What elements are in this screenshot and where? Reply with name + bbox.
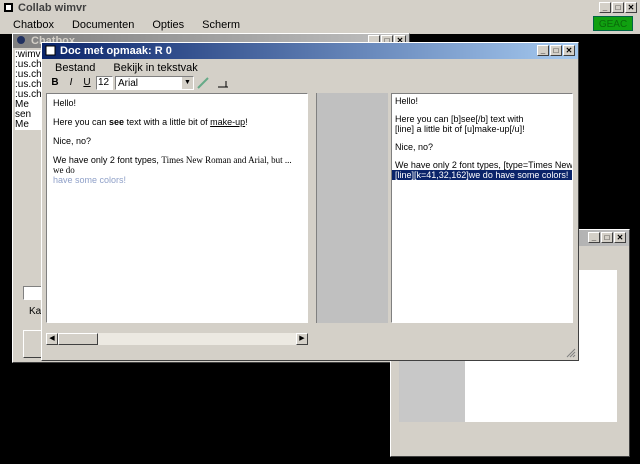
main-title-bar[interactable]: Collab wimvr _ □ ✕	[0, 0, 640, 16]
close-icon[interactable]: ✕	[625, 2, 637, 13]
main-menu: Chatbox Documenten Opties Scherm	[0, 16, 640, 34]
format-toolbar: B I U 12 Arial ▼	[48, 75, 248, 91]
status-button[interactable]: GEAC	[593, 16, 633, 31]
doc-title-bar[interactable]: Doc met opmaak: R 0 _ □ ✕	[42, 43, 578, 59]
font-select[interactable]: Arial ▼	[115, 76, 194, 90]
scroll-left-icon[interactable]: ◀	[46, 333, 58, 345]
bold-button[interactable]: B	[48, 76, 62, 90]
preview-text: We have only 2 font types,	[53, 155, 162, 165]
app-icon	[3, 2, 14, 13]
insert-line-icon[interactable]	[216, 76, 230, 90]
doc-window: Doc met opmaak: R 0 _ □ ✕ Bestand Bekijk…	[41, 42, 579, 361]
source-line: We have only 2 font types, [type=Times N…	[395, 160, 573, 170]
minimize-icon[interactable]: _	[588, 232, 600, 243]
font-select-value: Arial	[118, 78, 139, 89]
source-pane[interactable]: Hello! Here you can [b]see[/b] text with…	[391, 93, 573, 323]
menu-documenten[interactable]: Documenten	[63, 16, 143, 34]
minimize-icon[interactable]: _	[599, 2, 611, 13]
close-icon[interactable]: ✕	[614, 232, 626, 243]
doc-icon	[45, 45, 56, 56]
resize-grip-icon[interactable]	[566, 348, 576, 358]
font-size-input[interactable]: 12	[96, 76, 113, 90]
preview-pane[interactable]: Hello! Here you can see text with a litt…	[46, 93, 308, 323]
preview-nice: Nice, no?	[53, 136, 92, 146]
underline-button[interactable]: U	[80, 76, 94, 90]
main-title: Collab wimvr	[18, 2, 87, 14]
close-icon[interactable]: ✕	[563, 45, 575, 56]
color-pen-icon[interactable]	[196, 76, 210, 90]
preview-text: Here you can	[53, 117, 110, 127]
scroll-thumb[interactable]	[58, 333, 98, 345]
preview-line-fonts: We have only 2 font types, Times New Rom…	[53, 155, 301, 185]
menu-opties[interactable]: Opties	[143, 16, 193, 34]
maximize-icon[interactable]: □	[612, 2, 624, 13]
italic-button[interactable]: I	[64, 76, 78, 90]
preview-underlined-text: make-up	[210, 117, 246, 127]
pane-splitter[interactable]	[316, 93, 388, 323]
menu-chatbox[interactable]: Chatbox	[4, 16, 63, 34]
main-window: Collab wimvr _ □ ✕ Chatbox Documenten Op…	[0, 0, 640, 34]
source-line: Hello!	[395, 96, 419, 106]
side-window-buttons: _ □ ✕	[588, 232, 626, 243]
preview-line-here: Here you can see text with a little bit …	[53, 117, 301, 127]
preview-colored-text: have some colors!	[53, 175, 127, 185]
preview-text: text with a little bit of	[124, 117, 211, 127]
doc-title: Doc met opmaak: R 0	[60, 45, 172, 57]
menu-scherm[interactable]: Scherm	[193, 16, 249, 34]
doc-window-buttons: _ □ ✕	[537, 45, 575, 56]
chevron-down-icon[interactable]: ▼	[182, 77, 193, 89]
preview-hscrollbar[interactable]: ◀ ▶	[46, 333, 308, 345]
maximize-icon[interactable]: □	[601, 232, 613, 243]
preview-hello: Hello!	[53, 98, 77, 108]
preview-text: !	[245, 117, 248, 127]
scroll-right-icon[interactable]: ▶	[296, 333, 308, 345]
source-line: Here you can [b]see[/b] text with	[395, 114, 524, 124]
minimize-icon[interactable]: _	[537, 45, 549, 56]
source-line: Nice, no?	[395, 142, 434, 152]
source-line: [line] a little bit of [u]make-up[/u]!	[395, 124, 525, 134]
maximize-icon[interactable]: □	[550, 45, 562, 56]
main-window-buttons: _ □ ✕	[599, 2, 637, 13]
preview-bold-text: see	[109, 117, 125, 127]
chatbox-icon	[16, 35, 27, 46]
source-line-selected: [line][k=41,32,162]we do have some color…	[392, 170, 572, 180]
